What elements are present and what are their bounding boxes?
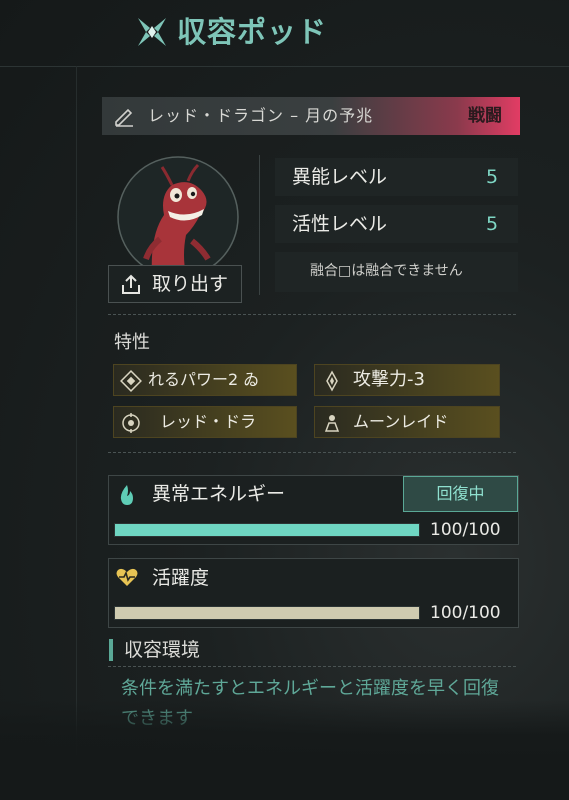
section-divider [108, 452, 516, 453]
trait-item[interactable]: レッド・ドラ [113, 406, 297, 438]
activity-value: 100/100 [430, 603, 501, 623]
trait-label: 攻撃力-3 [353, 369, 425, 390]
activity-bar-fill [115, 607, 419, 619]
energy-bar [114, 523, 420, 537]
section-divider [108, 666, 516, 667]
fusion-note: 融合□は融合できません [310, 263, 463, 279]
upload-icon [122, 274, 140, 294]
header-divider [0, 66, 569, 67]
page-title: 収容ポッド [177, 15, 328, 49]
diamond-icon [120, 370, 142, 392]
x-emblem-icon [138, 18, 166, 46]
activity-bar [114, 606, 420, 620]
trait-label: レッド・ドラ [160, 412, 257, 431]
trait-item[interactable]: れるパワー2 ゐ [113, 364, 297, 396]
left-rail [76, 66, 77, 800]
crystal-icon [326, 370, 338, 392]
trait-item[interactable]: 攻撃力-3 [314, 364, 500, 396]
trait-item[interactable]: ムーンレイド [314, 406, 500, 438]
pencil-icon[interactable] [113, 105, 135, 127]
extract-button-label: 取り出す [152, 273, 229, 295]
bottom-fade [0, 700, 569, 800]
traits-title: 特性 [114, 332, 150, 353]
energy-bar-fill [115, 524, 419, 536]
heart-pulse-icon [116, 568, 138, 586]
stats-divider [259, 155, 260, 295]
environment-title: 収容環境 [124, 639, 201, 661]
activity-label: 活躍度 [152, 567, 210, 589]
flame-icon [120, 485, 133, 505]
stat-label-activity: 活性レベル [292, 213, 388, 235]
creature-name: レッド・ドラゴン – 月の予兆 [148, 106, 374, 125]
stat-label-ability: 異能レベル [292, 166, 388, 188]
environment-accent [109, 639, 113, 661]
target-icon [122, 413, 140, 433]
trait-label: ムーンレイド [353, 412, 449, 431]
recovering-status-label: 回復中 [436, 484, 485, 503]
stat-value-ability: 5 [486, 166, 499, 188]
creature-portrait [117, 156, 239, 278]
trait-label: れるパワー2 ゐ [148, 370, 260, 389]
stat-value-activity: 5 [486, 213, 499, 235]
energy-label: 異常エネルギー [152, 483, 286, 505]
energy-value: 100/100 [430, 520, 501, 540]
combat-tag: 戦闘 [468, 106, 502, 126]
figure-icon [324, 415, 340, 432]
section-divider [108, 314, 516, 315]
